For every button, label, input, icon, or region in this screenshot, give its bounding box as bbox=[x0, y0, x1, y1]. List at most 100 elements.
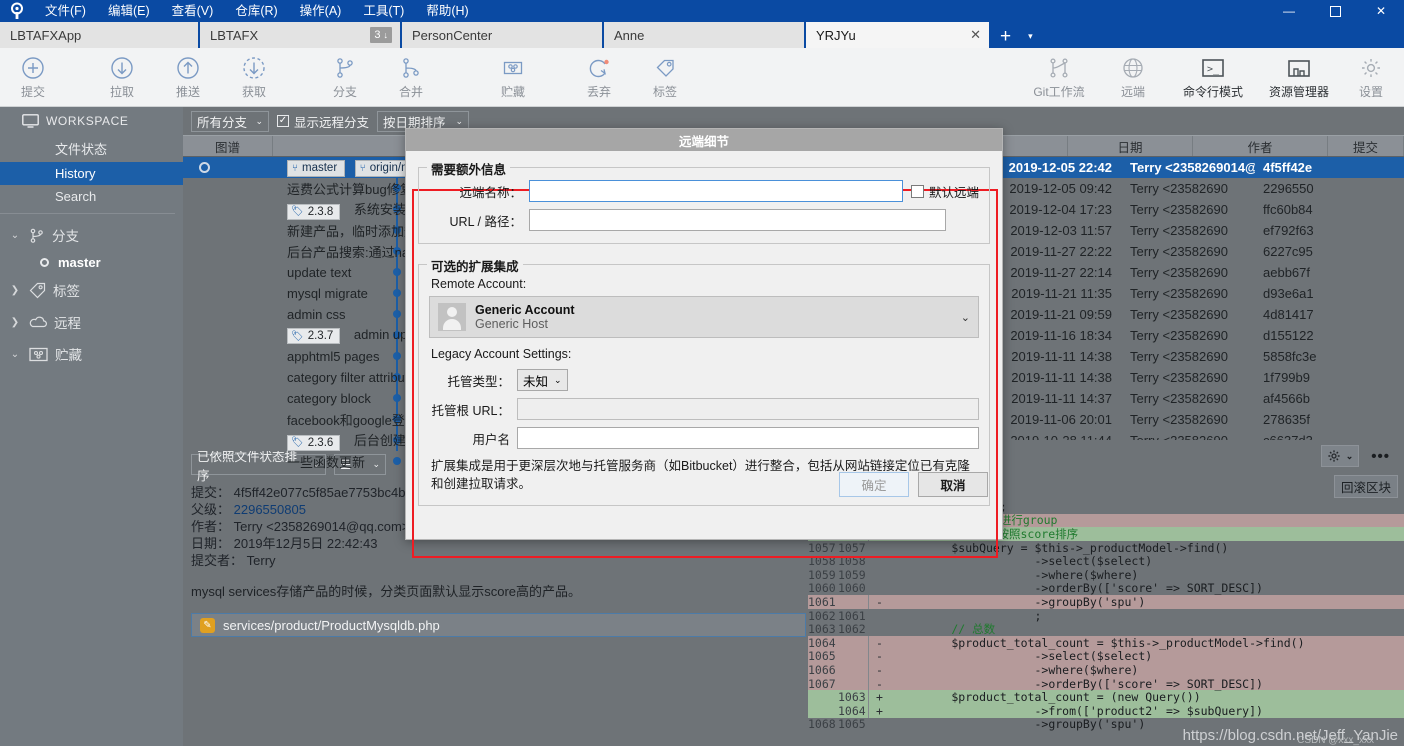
explorer-icon bbox=[1286, 55, 1312, 81]
detail-value-link[interactable]: 2296550805 bbox=[234, 502, 306, 517]
tab-yrjyu[interactable]: YRJYu ✕ bbox=[806, 22, 991, 48]
default-remote-checkbox[interactable]: 默认远端 bbox=[911, 182, 979, 201]
down-arrow-icon: ↓ bbox=[384, 30, 389, 40]
toolbar-stash-button[interactable]: 贮藏 bbox=[480, 50, 546, 105]
sidebar-item-history[interactable]: History bbox=[0, 162, 183, 185]
legacy-settings-label: Legacy Account Settings: bbox=[431, 347, 979, 361]
sidebar-divider bbox=[0, 213, 175, 214]
toolbar-push-button[interactable]: 推送 bbox=[155, 50, 221, 105]
diff-settings-button[interactable]: ⌄ bbox=[1321, 445, 1360, 467]
toolbar-terminal-button[interactable]: >_ 命令行模式 bbox=[1170, 50, 1256, 105]
menu-repository[interactable]: 仓库(R) bbox=[224, 1, 288, 21]
chevron-down-icon[interactable]: ⌄ bbox=[961, 311, 970, 324]
menu-actions[interactable]: 操作(A) bbox=[289, 1, 353, 21]
tab-personcenter[interactable]: PersonCenter bbox=[402, 22, 604, 48]
changed-file-name: services/product/ProductMysqldb.php bbox=[223, 618, 440, 633]
commit-date-cell: 2019-11-11 14:38 bbox=[995, 349, 1120, 364]
menu-view[interactable]: 查看(V) bbox=[161, 1, 225, 21]
host-root-url-input[interactable] bbox=[517, 398, 979, 420]
sidebar-item-file-status[interactable]: 文件状态 bbox=[0, 135, 183, 162]
remote-account-select[interactable]: Generic Account Generic Host ⌄ bbox=[429, 296, 979, 338]
toolbar-fetch-button[interactable]: 获取 bbox=[221, 50, 287, 105]
globe-icon bbox=[1121, 55, 1145, 81]
ok-button[interactable]: 确定 bbox=[839, 472, 909, 497]
commit-hash-cell: 5858fc3e bbox=[1255, 349, 1345, 364]
sidebar-group-branches[interactable]: ⌄ 分支 bbox=[0, 219, 183, 251]
column-header-commit[interactable]: 提交 bbox=[1328, 136, 1404, 156]
toolbar-label: 丢弃 bbox=[587, 83, 611, 100]
username-input[interactable] bbox=[517, 427, 979, 449]
toolbar-explorer-button[interactable]: 资源管理器 bbox=[1256, 50, 1342, 105]
sidebar-group-stashes[interactable]: ⌄ 贮藏 bbox=[0, 338, 183, 370]
show-remote-branches-checkbox[interactable]: ✓ 显示远程分支 bbox=[277, 112, 369, 131]
sidebar-group-tags[interactable]: ❯ 标签 bbox=[0, 274, 183, 306]
toolbar-pull-button[interactable]: 拉取 bbox=[89, 50, 155, 105]
column-header-date[interactable]: 日期 bbox=[1068, 136, 1193, 156]
branch-pill[interactable]: ⑂ master bbox=[287, 160, 345, 177]
toolbar-gitflow-button[interactable]: Git工作流 bbox=[1022, 50, 1096, 105]
toolbar-settings-button[interactable]: 设置 bbox=[1342, 50, 1400, 105]
chevron-right-icon[interactable]: ❯ bbox=[8, 285, 22, 296]
chevron-down-icon[interactable]: ▾ bbox=[1020, 24, 1041, 48]
url-label: URL / 路径： bbox=[429, 211, 529, 230]
tab-lbtafx[interactable]: LBTAFX 3 ↓ bbox=[200, 22, 402, 48]
diff-new-lineno: 1060 bbox=[838, 581, 868, 595]
required-info-group: 需要额外信息 远端名称： 默认远端 URL / 路径： bbox=[418, 167, 990, 244]
remote-name-label: 远端名称： bbox=[429, 182, 529, 201]
diff-code: ->orderBy(['score' => SORT_DESC]) bbox=[890, 677, 1263, 691]
sidebar-group-remotes[interactable]: ❯ 远程 bbox=[0, 306, 183, 338]
close-icon[interactable]: ✕ bbox=[956, 27, 981, 43]
column-header-graph[interactable]: 图谱 bbox=[183, 136, 273, 156]
host-type-select[interactable]: 未知 ⌄ bbox=[517, 369, 568, 391]
commit-author-cell: Terry <23582690 bbox=[1120, 412, 1255, 427]
chevron-right-icon[interactable]: ❯ bbox=[8, 317, 22, 328]
branch-scope-select[interactable]: 所有分支 ⌄ bbox=[191, 111, 269, 132]
tab-anne[interactable]: Anne bbox=[604, 22, 806, 48]
left-sidebar: WORKSPACE 文件状态 History Search ⌄ 分支 maste… bbox=[0, 107, 183, 746]
toolbar-label: 贮藏 bbox=[501, 83, 525, 100]
chevron-down-icon[interactable]: ⌄ bbox=[8, 230, 22, 241]
changed-file-row[interactable]: ✎ services/product/ProductMysqldb.php bbox=[191, 613, 806, 637]
remote-name-input[interactable] bbox=[529, 180, 903, 202]
commit-message-text: 系统安装 bbox=[354, 202, 406, 217]
tab-label: LBTAFXApp bbox=[10, 28, 81, 43]
commit-date-cell: 2019-11-27 22:14 bbox=[995, 265, 1120, 280]
avatar bbox=[438, 303, 466, 331]
minimize-button[interactable]: — bbox=[1266, 0, 1312, 22]
toolbar-commit-button[interactable]: 提交 bbox=[0, 50, 66, 105]
monitor-icon bbox=[22, 114, 39, 128]
menu-tools[interactable]: 工具(T) bbox=[352, 1, 415, 21]
toolbar-branch-button[interactable]: 分支 bbox=[312, 50, 378, 105]
commit-date-cell: 2019-12-03 11:57 bbox=[995, 223, 1120, 238]
rollback-hunk-button[interactable]: 回滚区块 bbox=[1334, 475, 1398, 498]
cancel-button[interactable]: 取消 bbox=[918, 472, 988, 497]
toolbar-remote-button[interactable]: 远端 bbox=[1096, 50, 1170, 105]
commit-author-cell: Terry <23582690 bbox=[1120, 244, 1255, 259]
tag-pill[interactable]: 🏷 2.3.6 bbox=[287, 435, 340, 451]
checkbox-label: 显示远程分支 bbox=[294, 112, 369, 131]
commit-date-cell: 2019-11-27 22:22 bbox=[995, 244, 1120, 259]
tag-pill-label: 2.3.6 bbox=[308, 437, 334, 449]
commit-author-cell: Terry <23582690 bbox=[1120, 391, 1255, 406]
sidebar-item-master[interactable]: master bbox=[0, 251, 183, 274]
tab-lbtafxapp[interactable]: LBTAFXApp bbox=[0, 22, 200, 48]
column-header-author[interactable]: 作者 bbox=[1193, 136, 1328, 156]
add-tab-button[interactable]: + bbox=[991, 26, 1020, 48]
toolbar-discard-button[interactable]: 丢弃 bbox=[566, 50, 632, 105]
more-dots-icon[interactable]: ••• bbox=[1359, 448, 1396, 465]
detail-value: Terry <2358269014@qq.com> bbox=[234, 519, 410, 534]
maximize-button[interactable] bbox=[1312, 0, 1358, 22]
menu-edit[interactable]: 编辑(E) bbox=[97, 1, 161, 21]
dialog-title: 远端细节 bbox=[406, 129, 1002, 151]
toolbar-tag-button[interactable]: 标签 bbox=[632, 50, 698, 105]
chevron-down-icon[interactable]: ⌄ bbox=[8, 349, 22, 360]
toolbar-merge-button[interactable]: 合并 bbox=[378, 50, 444, 105]
tag-pill[interactable]: 🏷 2.3.7 bbox=[287, 328, 340, 344]
close-button[interactable]: ✕ bbox=[1358, 0, 1404, 22]
tag-pill[interactable]: 🏷 2.3.8 bbox=[287, 204, 340, 220]
diff-marker: - bbox=[868, 636, 890, 650]
url-input[interactable] bbox=[529, 209, 946, 231]
menu-help[interactable]: 帮助(H) bbox=[415, 1, 479, 21]
sidebar-item-search[interactable]: Search bbox=[0, 185, 183, 208]
menu-file[interactable]: 文件(F) bbox=[34, 1, 97, 21]
